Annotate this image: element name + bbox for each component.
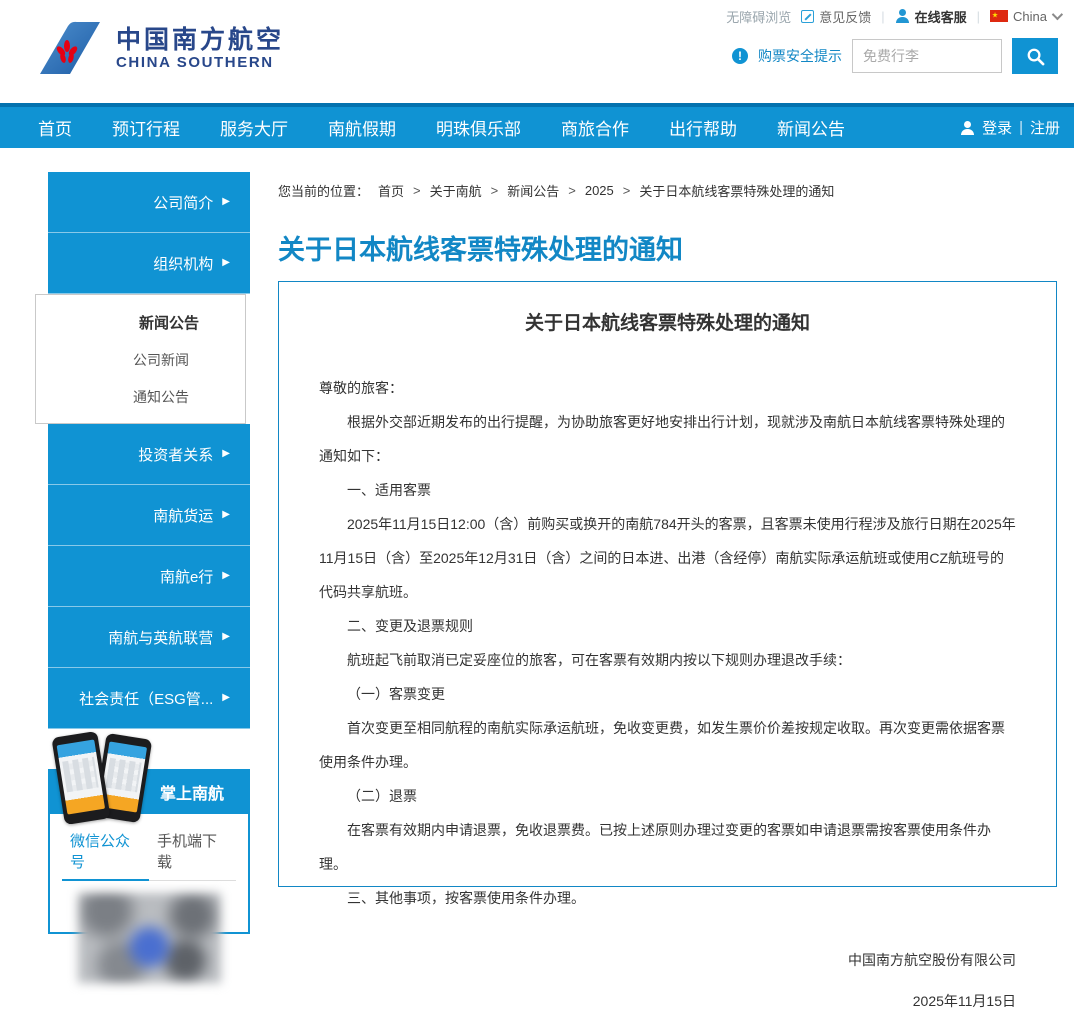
mobile-app-widget: 掌上南航 微信公众号 手机端下载	[48, 769, 250, 934]
login-link[interactable]: 登录	[982, 117, 1012, 138]
sidebar-menu: 公司简介 ▶ 组织机构 ▶ 新闻公告 公司新闻 通知公告 投资者关系 ▶ 南航货…	[48, 172, 250, 934]
separator: |	[1019, 119, 1023, 136]
online-service-link[interactable]: 在线客服	[895, 7, 967, 26]
article-heading: 关于日本航线客票特殊处理的通知	[319, 308, 1016, 335]
logo-english-name: CHINA SOUTHERN	[116, 54, 284, 71]
app-tabs: 微信公众号 手机端下载	[62, 826, 236, 881]
sidebar-subitem-notices[interactable]: 通知公告	[36, 387, 245, 407]
sidebar-subitem-company-news[interactable]: 公司新闻	[36, 350, 245, 370]
breadcrumb: 您当前的位置： 首页 > 关于南航 > 新闻公告 > 2025 > 关于日本航线…	[278, 181, 834, 200]
logo-chinese-name: 中国南方航空	[116, 27, 284, 55]
wechat-qr-code-image	[78, 893, 221, 983]
article-paragraph: 首次变更至相同航程的南航实际承运航班，免收变更费，如发生票价价差按规定收取。再次…	[319, 711, 1016, 779]
sidebar-item-news[interactable]: 新闻公告	[36, 312, 245, 333]
nav-pearl-club[interactable]: 明珠俱乐部	[416, 115, 541, 140]
sidebar-item-investor-relations[interactable]: 投资者关系 ▶	[48, 424, 250, 485]
article-paragraph: 在客票有效期内申请退票，免收退票费。已按上述原则办理过变更的客票如申请退票需按客…	[319, 813, 1016, 881]
nav-service-hall[interactable]: 服务大厅	[200, 115, 308, 140]
breadcrumb-news[interactable]: 新闻公告	[507, 181, 559, 200]
separator: >	[568, 183, 576, 198]
header-search-area: ! 购票安全提示	[732, 38, 1058, 74]
sidebar-item-esg[interactable]: 社会责任（ESG管... ▶	[48, 668, 250, 729]
mobile-app-panel: 微信公众号 手机端下载	[48, 814, 250, 934]
search-icon	[1026, 47, 1045, 66]
page-title: 关于日本航线客票特殊处理的通知	[278, 228, 683, 267]
user-icon	[960, 121, 975, 135]
article-salutation: 尊敬的旅客：	[319, 371, 1016, 405]
separator: >	[413, 183, 421, 198]
nav-travel-help[interactable]: 出行帮助	[649, 115, 757, 140]
customer-service-icon	[895, 9, 910, 23]
article-paragraph: 2025年11月15日12:00（含）前购买或换开的南航784开头的客票，且客票…	[319, 507, 1016, 609]
separator: |	[881, 9, 884, 24]
sidebar-expanded-news: 新闻公告 公司新闻 通知公告	[35, 294, 246, 424]
article-paragraph: 根据外交部近期发布的出行提醒，为协助旅客更好地安排出行计划，现就涉及南航日本航线…	[319, 405, 1016, 473]
article-paragraph: 三、其他事项，按客票使用条件办理。	[319, 881, 1016, 915]
register-link[interactable]: 注册	[1030, 117, 1060, 138]
breadcrumb-prefix: 您当前的位置：	[278, 181, 369, 200]
signature-date: 2025年11月15日	[319, 984, 1016, 1018]
signature-company: 中国南方航空股份有限公司	[319, 943, 1016, 977]
article-paragraph: 一、适用客票	[319, 473, 1016, 507]
arrow-right-icon: ▶	[222, 693, 230, 703]
feedback-link[interactable]: 意见反馈	[801, 7, 871, 26]
article-paragraph: 航班起飞前取消已定妥座位的旅客，可在客票有效期内按以下规则办理退改手续：	[319, 643, 1016, 677]
article-paragraph: （一）客票变更	[319, 677, 1016, 711]
search-button[interactable]	[1012, 38, 1058, 74]
nav-holidays[interactable]: 南航假期	[308, 115, 416, 140]
tab-mobile-download[interactable]: 手机端下载	[149, 826, 236, 880]
main-nav: 首页 预订行程 服务大厅 南航假期 明珠俱乐部 商旅合作 出行帮助 新闻公告 登…	[0, 103, 1074, 148]
sidebar-item-company-profile[interactable]: 公司简介 ▶	[48, 172, 250, 233]
logo-text: 中国南方航空 CHINA SOUTHERN	[116, 27, 284, 72]
search-input[interactable]	[852, 39, 1002, 73]
breadcrumb-home[interactable]: 首页	[378, 181, 404, 200]
sidebar-item-organization[interactable]: 组织机构 ▶	[48, 233, 250, 294]
article-paragraph: 二、变更及退票规则	[319, 609, 1016, 643]
sidebar-item-ba-joint-venture[interactable]: 南航与英航联营 ▶	[48, 607, 250, 668]
nav-news[interactable]: 新闻公告	[757, 115, 865, 140]
breadcrumb-2025[interactable]: 2025	[585, 183, 614, 198]
feedback-pencil-icon	[801, 10, 814, 23]
arrow-right-icon: ▶	[222, 258, 230, 268]
notice-article: 关于日本航线客票特殊处理的通知 尊敬的旅客： 根据外交部近期发布的出行提醒，为协…	[278, 281, 1057, 887]
sidebar-item-cargo[interactable]: 南航货运 ▶	[48, 485, 250, 546]
nav-home[interactable]: 首页	[18, 115, 92, 140]
article-signature: 中国南方航空股份有限公司 2025年11月15日	[319, 943, 1016, 1018]
sidebar-item-e-travel[interactable]: 南航e行 ▶	[48, 546, 250, 607]
breadcrumb-about[interactable]: 关于南航	[430, 181, 482, 200]
nav-business-travel[interactable]: 商旅合作	[541, 115, 649, 140]
china-flag-icon	[990, 10, 1008, 22]
brand-logo[interactable]: 中国南方航空 CHINA SOUTHERN	[34, 20, 284, 78]
separator: >	[623, 183, 631, 198]
alert-icon: !	[732, 48, 748, 64]
auth-area: 登录 | 注册	[960, 117, 1060, 138]
arrow-right-icon: ▶	[222, 510, 230, 520]
ticket-safety-tip-link[interactable]: 购票安全提示	[758, 46, 842, 66]
breadcrumb-current: 关于日本航线客票特殊处理的通知	[639, 181, 834, 200]
article-paragraph: （二）退票	[319, 779, 1016, 813]
chevron-down-icon	[1052, 9, 1063, 20]
arrow-right-icon: ▶	[222, 449, 230, 459]
arrow-right-icon: ▶	[222, 197, 230, 207]
separator: >	[491, 183, 499, 198]
accessibility-link[interactable]: 无障碍浏览	[726, 7, 791, 26]
nav-booking[interactable]: 预订行程	[92, 115, 200, 140]
region-selector[interactable]: China	[990, 9, 1060, 24]
arrow-right-icon: ▶	[222, 571, 230, 581]
arrow-right-icon: ▶	[222, 632, 230, 642]
separator: |	[977, 9, 980, 24]
tailfin-logo-icon	[34, 20, 106, 78]
tab-wechat-official[interactable]: 微信公众号	[62, 826, 149, 881]
